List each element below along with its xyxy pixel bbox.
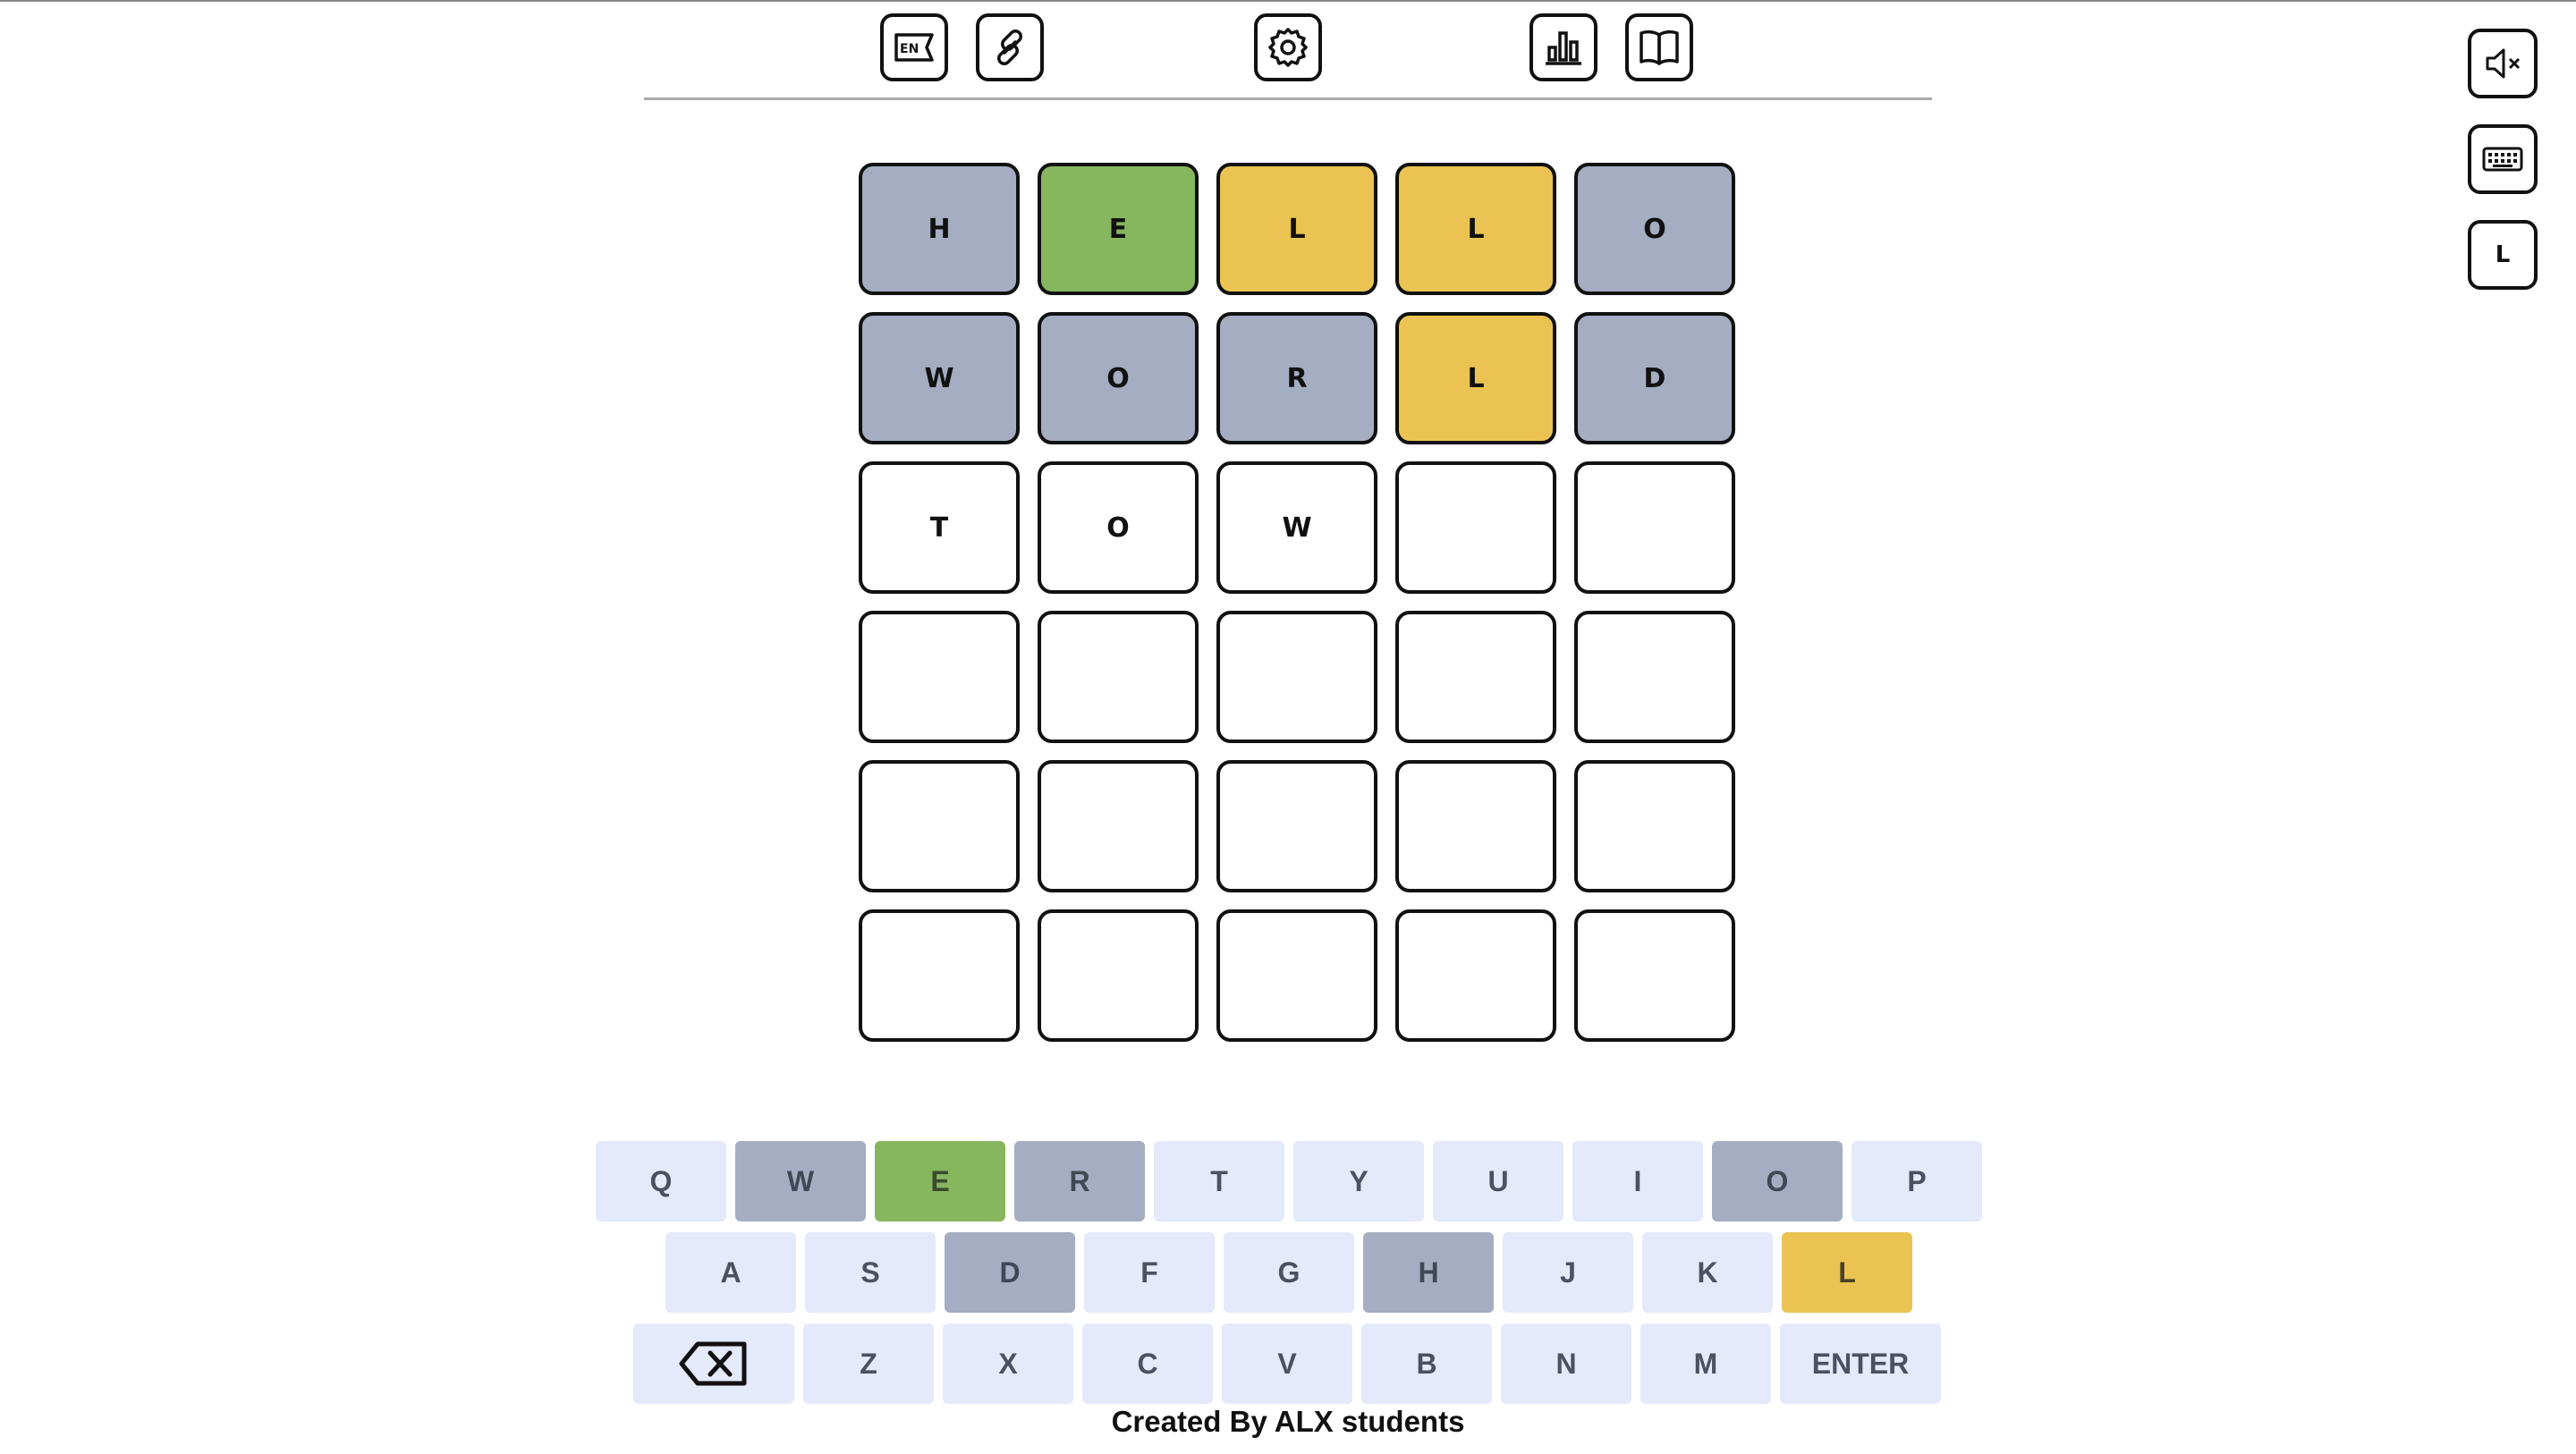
board-tile: O — [1038, 461, 1199, 594]
top-toolbar: EN — [644, 13, 1932, 98]
key-y[interactable]: Y — [1293, 1141, 1424, 1222]
key-s[interactable]: S — [805, 1232, 936, 1313]
toolbar-divider — [644, 97, 1932, 100]
board-tile — [1395, 909, 1556, 1042]
key-j[interactable]: J — [1503, 1232, 1633, 1313]
board-tile: E — [1038, 163, 1199, 295]
keyboard-icon — [2482, 147, 2523, 172]
board-tile — [1395, 611, 1556, 743]
board-tile: T — [859, 461, 1020, 594]
board-row: TOW — [859, 461, 1739, 594]
board-row — [859, 611, 1739, 743]
board-tile — [859, 909, 1020, 1042]
key-o[interactable]: O — [1712, 1141, 1843, 1222]
key-w[interactable]: W — [735, 1141, 866, 1222]
key-h[interactable]: H — [1363, 1232, 1494, 1313]
board-tile — [1038, 611, 1199, 743]
board-row: WORLD — [859, 312, 1739, 444]
key-v[interactable]: V — [1222, 1323, 1352, 1404]
board-tile — [1038, 909, 1199, 1042]
key-f[interactable]: F — [1084, 1232, 1215, 1313]
key-i[interactable]: I — [1572, 1141, 1703, 1222]
book-icon — [1640, 30, 1679, 65]
rules-button[interactable] — [1625, 13, 1693, 81]
keyboard-toggle-button[interactable] — [2468, 124, 2538, 194]
board-row: HELLO — [859, 163, 1739, 295]
letter-button[interactable]: L — [2468, 220, 2538, 290]
board-tile: W — [859, 312, 1020, 444]
board-tile: L — [1395, 163, 1556, 295]
board-tile — [859, 611, 1020, 743]
key-r[interactable]: R — [1014, 1141, 1145, 1222]
share-link-button[interactable] — [976, 13, 1044, 81]
key-b[interactable]: B — [1361, 1323, 1492, 1404]
footer-credit: Created By ALX students — [1111, 1405, 1465, 1438]
board-tile — [859, 760, 1020, 892]
board-tile: H — [859, 163, 1020, 295]
board-tile — [1574, 909, 1735, 1042]
backspace-key[interactable] — [633, 1323, 794, 1404]
settings-gear-icon — [1268, 28, 1308, 67]
board-tile: L — [1395, 312, 1556, 444]
board-tile: R — [1216, 312, 1377, 444]
speaker-muted-icon — [2486, 48, 2521, 79]
board-tile — [1395, 461, 1556, 594]
key-e[interactable]: E — [875, 1141, 1005, 1222]
board-row — [859, 760, 1739, 892]
key-g[interactable]: G — [1224, 1232, 1354, 1313]
board-tile — [1395, 760, 1556, 892]
key-q[interactable]: Q — [596, 1141, 726, 1222]
key-m[interactable]: M — [1640, 1323, 1771, 1404]
key-x[interactable]: X — [943, 1323, 1073, 1404]
key-l[interactable]: L — [1782, 1232, 1912, 1313]
mute-button[interactable] — [2468, 29, 2538, 98]
statistics-button[interactable] — [1530, 13, 1597, 81]
settings-button[interactable] — [1254, 13, 1322, 81]
board-tile — [1216, 760, 1377, 892]
key-u[interactable]: U — [1433, 1141, 1563, 1222]
board-tile: O — [1038, 312, 1199, 444]
key-a[interactable]: A — [665, 1232, 796, 1313]
board-tile — [1216, 611, 1377, 743]
key-p[interactable]: P — [1852, 1141, 1982, 1222]
board-tile — [1038, 760, 1199, 892]
language-button[interactable]: EN — [880, 13, 948, 81]
board-tile: L — [1216, 163, 1377, 295]
key-z[interactable]: Z — [803, 1323, 934, 1404]
board-tile: D — [1574, 312, 1735, 444]
board-row — [859, 909, 1739, 1042]
window-top-border — [0, 0, 2576, 2]
key-d[interactable]: D — [945, 1232, 1075, 1313]
language-label: EN — [900, 42, 919, 56]
backspace-icon — [679, 1341, 747, 1386]
key-n[interactable]: N — [1501, 1323, 1631, 1404]
enter-key[interactable]: ENTER — [1780, 1323, 1941, 1404]
link-icon — [997, 30, 1022, 65]
board-tile: W — [1216, 461, 1377, 594]
board-tile — [1574, 611, 1735, 743]
language-flag-icon: EN — [894, 33, 934, 62]
board-tile — [1574, 760, 1735, 892]
statistics-chart-icon — [1546, 31, 1581, 65]
key-c[interactable]: C — [1082, 1323, 1213, 1404]
board-tile — [1216, 909, 1377, 1042]
key-t[interactable]: T — [1154, 1141, 1284, 1222]
board-tile: O — [1574, 163, 1735, 295]
board-tile — [1574, 461, 1735, 594]
key-k[interactable]: K — [1642, 1232, 1773, 1313]
